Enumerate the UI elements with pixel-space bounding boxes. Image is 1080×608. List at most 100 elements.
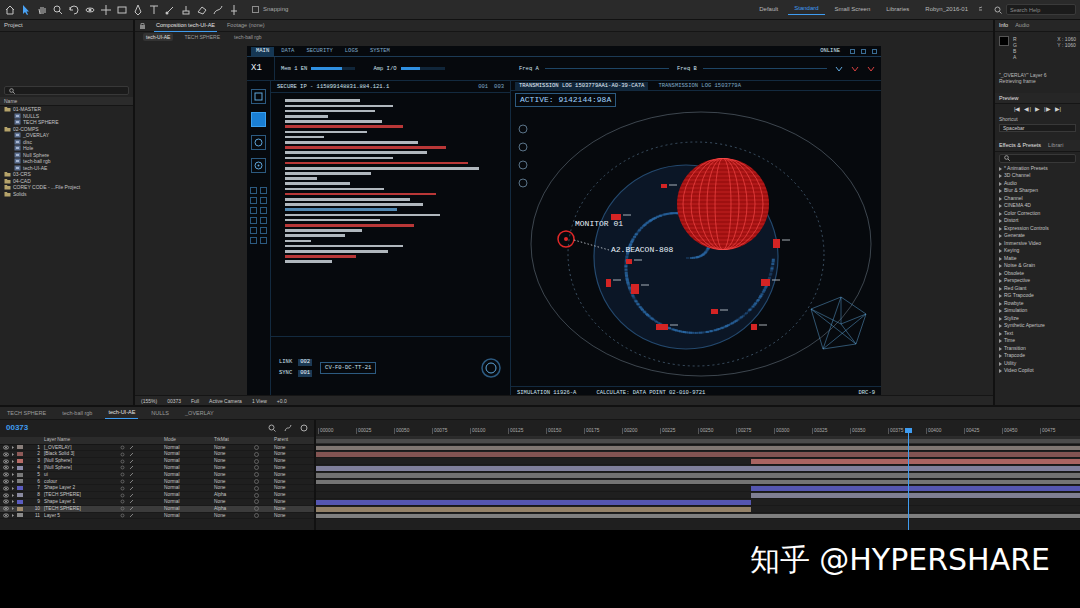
effects-category[interactable]: Expression Controls [995,225,1080,233]
shy-switch-icon[interactable] [120,499,125,504]
quality-switch-icon[interactable] [129,465,134,470]
expand-arrow-icon[interactable] [999,332,1002,336]
viewer-control[interactable]: (155%) [141,398,157,404]
effects-category[interactable]: * Animation Presets [995,165,1080,173]
expand-arrow-icon[interactable] [11,493,15,498]
eye-icon[interactable] [3,499,9,504]
shy-switch-icon[interactable] [120,465,125,470]
effects-category[interactable]: Perspective [995,277,1080,285]
expand-arrow-icon[interactable] [11,472,15,477]
hud-mini-button[interactable] [260,197,267,204]
window-control-icon[interactable] [861,49,866,54]
trkmat-column[interactable]: TrkMat [214,437,254,443]
type-tool-icon[interactable] [148,4,160,16]
expand-arrow-icon[interactable] [999,197,1002,201]
expand-arrow-icon[interactable] [11,506,15,511]
quality-switch-icon[interactable] [129,459,134,464]
snapping-checkbox[interactable] [252,6,259,13]
effects-category[interactable]: Obsolete [995,270,1080,278]
layer-name[interactable]: Shape Layer 1 [42,499,120,505]
project-item[interactable]: tech-UI-AE [0,165,133,172]
layer-trkmat[interactable]: None [214,445,254,451]
layer-trkmat[interactable]: None [214,465,254,471]
layer-parent[interactable]: None [274,465,312,471]
hand-tool-icon[interactable] [36,4,48,16]
layer-row[interactable]: 7Shape Layer 2NormalNoneNone [0,485,314,492]
expand-arrow-icon[interactable] [999,324,1002,328]
panel-tab[interactable]: Footage (none) [225,20,267,31]
expand-arrow-icon[interactable] [999,249,1002,253]
expand-arrow-icon[interactable] [999,182,1002,186]
pick-whip-icon[interactable] [254,459,259,464]
effects-category[interactable]: Keying [995,247,1080,255]
layer-trkmat[interactable]: Alpha [214,492,254,498]
expand-arrow-icon[interactable] [999,309,1002,313]
layer-row[interactable]: 11Layer 5NormalNoneNone [0,513,314,520]
layer-name[interactable]: ui [42,472,120,478]
shortcut-dropdown[interactable]: Spacebar [999,124,1076,132]
layer-name[interactable]: [_OVERLAY] [42,445,120,451]
layer-duration-bar[interactable] [316,473,1080,478]
expand-arrow-icon[interactable] [11,459,15,464]
layer-name[interactable]: [Black Solid 3] [42,451,120,457]
timeline-tab[interactable]: _OVERLAY [182,408,217,419]
layer-row[interactable]: 1[_OVERLAY]NormalNoneNone [0,445,314,452]
layer-label-color[interactable] [17,473,23,477]
viewer-control[interactable]: Full [191,398,199,404]
timeline-tab[interactable]: tech-ball rgb [59,408,95,419]
eye-icon[interactable] [3,465,9,470]
effects-category[interactable]: Channel [995,195,1080,203]
hud-mini-button[interactable] [260,207,267,214]
effects-category[interactable]: Red Giant [995,285,1080,293]
hud-nav-item[interactable]: SYSTEM [365,47,395,56]
layer-duration-bar[interactable] [316,466,1080,471]
selection-tool-icon[interactable] [20,4,32,16]
parent-column[interactable]: Parent [274,437,312,443]
window-control-icon[interactable] [872,49,877,54]
expand-arrow-icon[interactable] [11,513,15,518]
layer-label-color[interactable] [17,445,23,449]
expand-arrow-icon[interactable] [999,174,1002,178]
eye-icon[interactable] [3,459,9,464]
shy-switch-icon[interactable] [120,486,125,491]
layer-mode[interactable]: Normal [164,506,204,512]
effects-category[interactable]: Noise & Grain [995,262,1080,270]
shy-switch-icon[interactable] [120,513,125,518]
expand-arrow-icon[interactable] [999,339,1002,343]
expand-arrow-icon[interactable] [999,257,1002,261]
layer-label-color[interactable] [17,486,23,490]
project-item[interactable]: 02-COMPS [0,126,133,133]
help-search-field[interactable] [1006,4,1076,15]
effects-tab[interactable]: Librari [1047,140,1064,151]
layer-duration-bar[interactable] [316,500,751,505]
expand-arrow-icon[interactable] [999,279,1002,283]
eye-icon[interactable] [3,493,9,498]
hud-nav-item[interactable]: SECURITY [301,47,337,56]
pick-whip-icon[interactable] [254,506,259,511]
layer-duration-bar[interactable] [751,459,1080,464]
pick-whip-icon[interactable] [254,465,259,470]
effects-tab[interactable]: Effects & Presets [998,140,1042,151]
work-area[interactable] [316,437,1080,445]
rotate-tool-icon[interactable] [68,4,80,16]
shy-switch-icon[interactable] [120,459,125,464]
effects-category[interactable]: Video Copilot [995,367,1080,375]
layer-row[interactable]: 6colourNormalNoneNone [0,479,314,486]
playback-button[interactable]: |▶ [1044,106,1051,113]
effects-category[interactable]: Transition [995,345,1080,353]
layer-label-color[interactable] [17,513,23,517]
comp-tab[interactable]: tech-UI-AE [143,33,173,41]
effects-category[interactable]: Simulation [995,307,1080,315]
effects-category[interactable]: Time [995,337,1080,345]
layer-label-color[interactable] [17,500,23,504]
project-item[interactable]: Solids [0,191,133,198]
layer-trkmat[interactable]: None [214,451,254,457]
shy-switch-icon[interactable] [120,506,125,511]
layer-mode[interactable]: Normal [164,472,204,478]
roto-brush-icon[interactable] [212,4,224,16]
effects-category[interactable]: RG Trapcode [995,292,1080,300]
layer-mode[interactable]: Normal [164,451,204,457]
layer-mode[interactable]: Normal [164,513,204,519]
workspace-tab[interactable]: Small Screen [829,5,877,14]
quality-switch-icon[interactable] [129,445,134,450]
